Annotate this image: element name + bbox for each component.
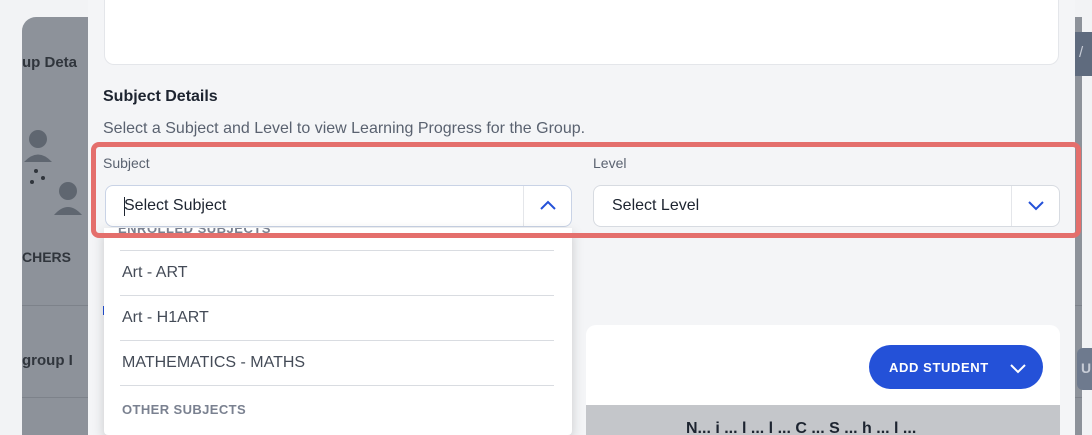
other-subjects-group-label: OTHER SUBJECTS: [122, 402, 247, 417]
subject-label: Subject: [103, 155, 150, 171]
group-avatar-icon: [24, 130, 82, 215]
chevron-down-icon: [1028, 201, 1044, 211]
section-description: Select a Subject and Level to view Learn…: [103, 120, 586, 137]
add-student-button[interactable]: ADD STUDENT: [869, 345, 1043, 389]
level-select-value: Select Level: [612, 197, 700, 214]
subject-details-modal: Subject Details Select a Subject and Lev…: [88, 0, 1081, 435]
teachers-tab[interactable]: CHERS: [22, 249, 71, 265]
background-right-button: U: [1077, 348, 1092, 390]
dropdown-option[interactable]: MATHEMATICS - MATHS: [120, 341, 554, 386]
dropdown-option[interactable]: Art - H1ART: [120, 296, 554, 341]
chevron-down-icon: [1010, 364, 1026, 374]
group-description-box: [104, 0, 1059, 65]
level-select[interactable]: Select Level: [593, 185, 1060, 227]
level-dropdown-toggle[interactable]: [1011, 186, 1059, 226]
table-header-text: N... i ... l ... l ... C ... S ... h ...…: [686, 420, 917, 435]
dropdown-divider: [120, 228, 554, 251]
level-label: Level: [593, 155, 627, 171]
subject-select[interactable]: Select Subject: [105, 185, 572, 227]
subject-dropdown-toggle[interactable]: [523, 186, 571, 226]
dropdown-option[interactable]: Art - ART: [120, 251, 554, 296]
group-details-tab[interactable]: up Deta: [22, 54, 77, 71]
background-right-edge: /: [1075, 32, 1092, 76]
text-caret: [124, 197, 125, 216]
subgroup-label: group I: [22, 352, 73, 369]
subject-dropdown-list[interactable]: ENROLLED SUBJECTS Art - ART Art - H1ART …: [104, 228, 572, 435]
subject-select-value: Select Subject: [124, 197, 227, 214]
section-title: Subject Details: [103, 88, 218, 105]
chevron-up-icon: [540, 200, 556, 210]
students-card: ADD STUDENT N... i ... l ... l ... C ...…: [586, 325, 1060, 435]
